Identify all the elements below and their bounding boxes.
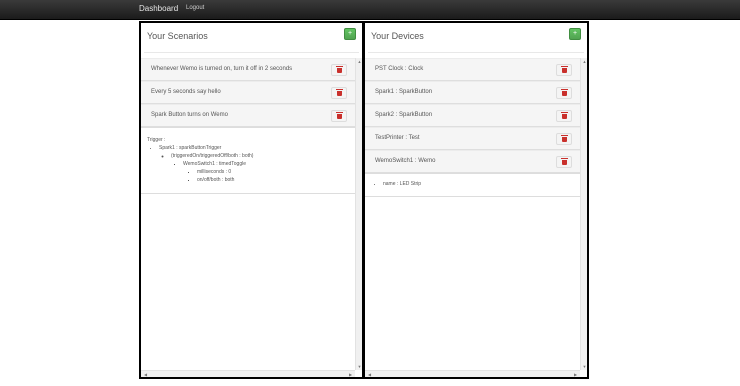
delete-device-button[interactable] bbox=[556, 110, 572, 122]
scroll-down-icon[interactable]: ▼ bbox=[357, 364, 362, 369]
device-item[interactable]: WemoSwitch1 : Wemo bbox=[365, 150, 580, 173]
trash-icon bbox=[336, 89, 343, 96]
detail-line: name : LED Strip bbox=[383, 180, 574, 188]
devices-title: Your Devices bbox=[371, 31, 424, 41]
detail-line: Spark1 : sparkButtonTrigger (triggeredOn… bbox=[159, 144, 349, 184]
scroll-left-icon[interactable]: ◀ bbox=[143, 372, 148, 377]
device-item[interactable]: TestPrinter : Test bbox=[365, 127, 580, 150]
brand-link[interactable]: Dashboard bbox=[139, 4, 178, 13]
device-label: Spark1 : SparkButton bbox=[375, 89, 433, 95]
device-item[interactable]: Spark1 : SparkButton bbox=[365, 81, 580, 104]
top-navbar: Dashboard Logout bbox=[0, 0, 740, 20]
divider bbox=[144, 52, 359, 53]
detail-line: WemoSwitch1 : timedToggle milliseconds :… bbox=[183, 160, 349, 184]
scroll-right-icon[interactable]: ▶ bbox=[348, 372, 353, 377]
device-label: TestPrinter : Test bbox=[375, 135, 420, 141]
delete-device-button[interactable] bbox=[556, 87, 572, 99]
trash-icon bbox=[336, 66, 343, 73]
vertical-scrollbar[interactable]: ▲ ▼ bbox=[355, 58, 362, 370]
scenario-item[interactable]: Whenever Wemo is turned on, turn it off … bbox=[141, 58, 355, 81]
scenario-detail: Trigger : Spark1 : sparkButtonTrigger (t… bbox=[141, 127, 355, 194]
plus-icon: + bbox=[572, 30, 578, 37]
trash-icon bbox=[561, 89, 568, 96]
scroll-right-icon[interactable]: ▶ bbox=[573, 372, 578, 377]
devices-panel: Your Devices + PST Clock : Clock Spark1 … bbox=[363, 21, 589, 379]
plus-icon: + bbox=[347, 30, 353, 37]
scroll-left-icon[interactable]: ◀ bbox=[367, 372, 372, 377]
scroll-up-icon[interactable]: ▲ bbox=[357, 59, 362, 64]
trash-icon bbox=[561, 135, 568, 142]
delete-scenario-button[interactable] bbox=[331, 64, 347, 76]
divider bbox=[368, 52, 584, 53]
trash-icon bbox=[561, 66, 568, 73]
delete-device-button[interactable] bbox=[556, 133, 572, 145]
scenario-label: Spark Button turns on Wemo bbox=[151, 112, 228, 118]
device-item[interactable]: Spark2 : SparkButton bbox=[365, 104, 580, 127]
scenario-label: Whenever Wemo is turned on, turn it off … bbox=[151, 66, 293, 72]
scenario-label: Every 5 seconds say hello bbox=[151, 89, 221, 95]
device-label: PST Clock : Clock bbox=[375, 66, 424, 72]
device-list: PST Clock : Clock Spark1 : SparkButton S… bbox=[365, 58, 580, 197]
logout-link[interactable]: Logout bbox=[186, 5, 204, 11]
scroll-up-icon[interactable]: ▲ bbox=[582, 59, 587, 64]
device-item[interactable]: PST Clock : Clock bbox=[365, 58, 580, 81]
delete-device-button[interactable] bbox=[556, 64, 572, 76]
horizontal-scrollbar[interactable]: ◀ ▶ bbox=[365, 370, 580, 377]
scenario-list: Whenever Wemo is turned on, turn it off … bbox=[141, 58, 355, 194]
delete-device-button[interactable] bbox=[556, 156, 572, 168]
trash-icon bbox=[561, 158, 568, 165]
device-label: WemoSwitch1 : Wemo bbox=[375, 158, 436, 164]
scenario-item[interactable]: Spark Button turns on Wemo bbox=[141, 104, 355, 127]
trash-icon bbox=[561, 112, 568, 119]
device-label: Spark2 : SparkButton bbox=[375, 112, 433, 118]
vertical-scrollbar[interactable]: ▲ ▼ bbox=[580, 58, 587, 370]
detail-line: on/off/both : both bbox=[197, 176, 349, 184]
add-scenario-button[interactable]: + bbox=[344, 28, 356, 40]
trigger-title: Trigger : bbox=[147, 137, 166, 143]
horizontal-scrollbar[interactable]: ◀ ▶ bbox=[141, 370, 355, 377]
detail-line: (triggeredOn/triggeredOff/both : both) W… bbox=[171, 152, 349, 184]
scenarios-title: Your Scenarios bbox=[147, 31, 208, 41]
trash-icon bbox=[336, 112, 343, 119]
delete-scenario-button[interactable] bbox=[331, 87, 347, 99]
scroll-down-icon[interactable]: ▼ bbox=[582, 364, 587, 369]
delete-scenario-button[interactable] bbox=[331, 110, 347, 122]
scenarios-panel: Your Scenarios + Whenever Wemo is turned… bbox=[139, 21, 364, 379]
detail-line: milliseconds : 0 bbox=[197, 168, 349, 176]
scenario-item[interactable]: Every 5 seconds say hello bbox=[141, 81, 355, 104]
device-detail: name : LED Strip bbox=[365, 173, 580, 197]
add-device-button[interactable]: + bbox=[569, 28, 581, 40]
